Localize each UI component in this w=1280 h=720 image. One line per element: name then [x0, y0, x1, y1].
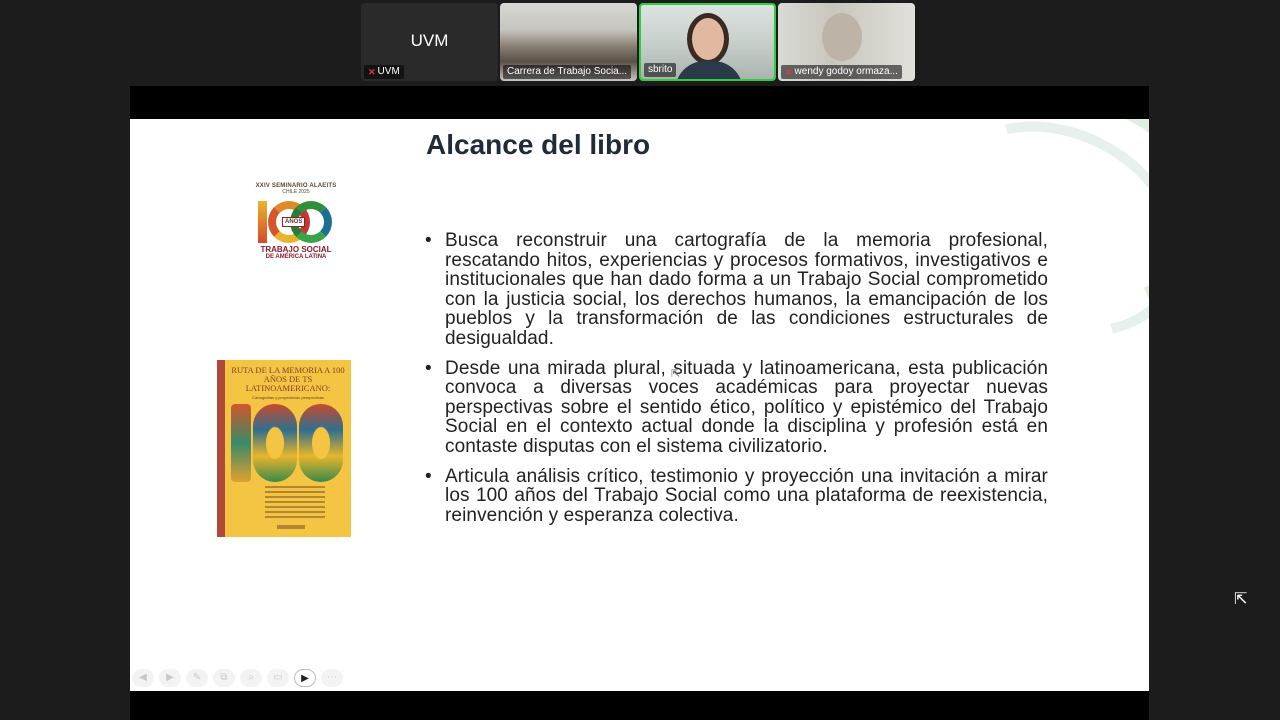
book-authors [265, 486, 325, 521]
logo-year-text: CHILE 2025 [282, 189, 310, 195]
mic-muted-icon: ✕ [368, 67, 376, 77]
next-icon[interactable]: ▶ [159, 669, 181, 687]
mouse-cursor-icon: ⇱ [1234, 591, 1248, 608]
bullet-item: Articula análisis crítico, testimonio y … [424, 466, 1048, 526]
zoom-icon[interactable]: ⌕ [240, 669, 262, 687]
participant-name: Carrera de Trabajo Socia... [507, 66, 628, 77]
participant-name: wendy godoy ormaza... [794, 66, 898, 77]
logo-line2: DE AMÉRICA LATINA [265, 254, 327, 260]
book-title: RUTA DE LA MEMORIA A 100 AÑOS DE TS LATI… [231, 365, 345, 393]
participant-strip: UVM ✕ UVM Carrera de Trabajo Socia... sb… [361, 3, 915, 81]
logo-anos-text: AÑOS [282, 217, 306, 227]
seminar-logo: XXIV SEMINARIO ALAEITS CHILE 2025 AÑOS T… [254, 183, 338, 271]
participant-tile-carrera[interactable]: Carrera de Trabajo Socia... [500, 3, 637, 81]
participant-name-tag: ✕ wendy godoy ormaza... [781, 65, 902, 79]
shared-screen: Alcance del libro XXIV SEMINARIO ALAEITS… [130, 86, 1149, 720]
logo-line1: TRABAJO SOCIAL [260, 245, 332, 254]
mic-muted-icon: ✕ [785, 67, 793, 77]
pen-icon[interactable]: ✎ [186, 669, 208, 687]
slide-title: Alcance del libro [426, 129, 651, 160]
bullet-list: Busca reconstruir una cartografía de la … [424, 231, 1048, 535]
book-publisher [277, 525, 305, 529]
participant-tile-sbrito[interactable]: sbrito [639, 3, 776, 81]
bullet-item: Desde una mirada plural, situada y latin… [424, 358, 1048, 457]
copy-icon[interactable]: ⧉ [213, 669, 235, 687]
participant-name-tag: ✕ UVM [364, 65, 404, 79]
more-icon[interactable]: ⋯ [321, 669, 343, 687]
book-subtitle: Cartografías y proyectando perspectivas [252, 395, 324, 400]
participant-name: sbrito [648, 64, 673, 75]
participant-tile-wendy[interactable]: ✕ wendy godoy ormaza... [778, 3, 915, 81]
slideshow-toolbar: ◀ ▶ ✎ ⧉ ⌕ ▭ ▶ ⋯ [132, 669, 343, 687]
book-100-graphic [231, 404, 343, 482]
participant-name-tag: Carrera de Trabajo Socia... [503, 65, 632, 79]
prev-icon[interactable]: ◀ [132, 669, 154, 687]
subtitle-icon[interactable]: ▭ [267, 669, 289, 687]
participant-name-tag: sbrito [644, 63, 677, 77]
mouse-cursor-icon: ⇱ [671, 368, 681, 380]
bullet-item: Busca reconstruir una cartografía de la … [424, 231, 1048, 349]
book-cover-image: RUTA DE LA MEMORIA A 100 AÑOS DE TS LATI… [217, 360, 351, 537]
participant-tile-uvm[interactable]: UVM ✕ UVM [361, 3, 498, 81]
logo-100-graphic: AÑOS [254, 197, 338, 245]
participant-name: UVM [377, 66, 400, 77]
camera-icon[interactable]: ▶ [294, 669, 316, 687]
presentation-slide: Alcance del libro XXIV SEMINARIO ALAEITS… [130, 119, 1149, 691]
meeting-window: UVM ✕ UVM Carrera de Trabajo Socia... sb… [0, 0, 1280, 720]
participant-initials: UVM [410, 31, 449, 50]
